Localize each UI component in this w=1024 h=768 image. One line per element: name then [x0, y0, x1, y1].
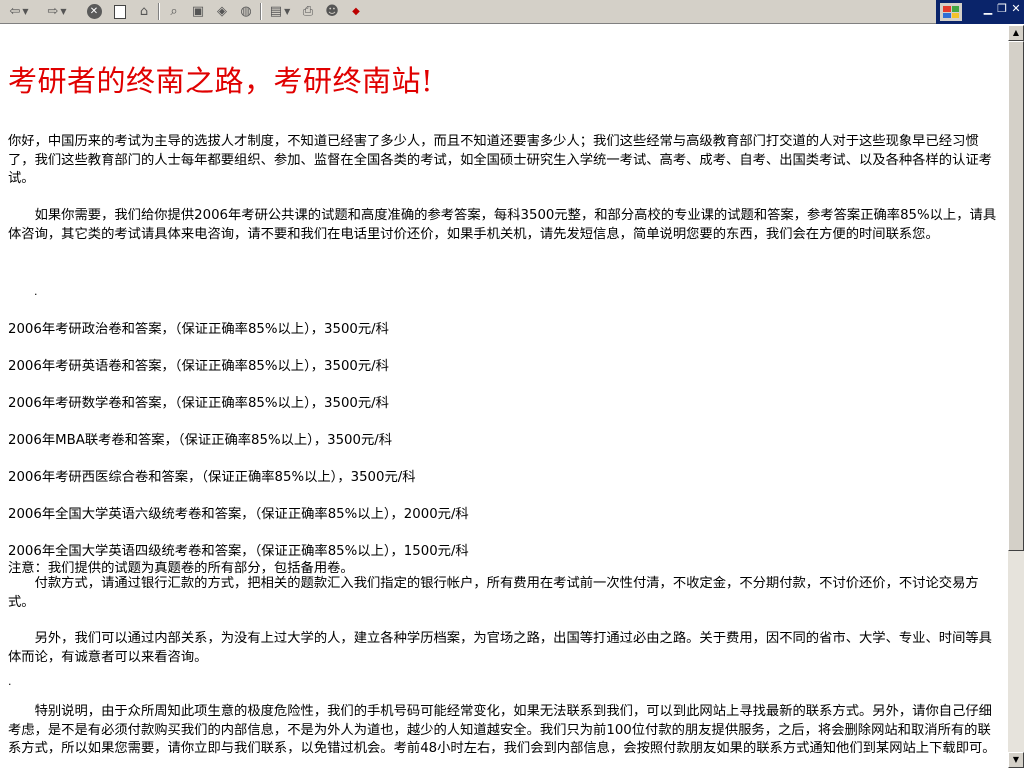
- intro-paragraph: 你好，中国历来的考试为主导的选拔人才制度，不知道已经害了多少人，而且不知道还要害…: [8, 134, 992, 186]
- favorites-icon: ▣: [191, 4, 205, 19]
- product-item: 2006年考研数学卷和答案，（保证正确率85%以上），3500元/科: [8, 396, 389, 411]
- page-title: 考研者的终南之路，考研终南站!: [8, 64, 434, 98]
- product-item: 2006年全国大学英语六级统考卷和答案，（保证正确率85%以上），2000元/科: [8, 507, 469, 522]
- vertical-scrollbar[interactable]: ▲ ▼: [1008, 25, 1024, 768]
- toolbar-separator: [260, 3, 262, 20]
- windows-logo-icon: [940, 3, 962, 21]
- product-item: 2006年考研英语卷和答案，（保证正确率85%以上），3500元/科: [8, 359, 389, 374]
- tencent-button[interactable]: ◆: [346, 2, 366, 21]
- forward-button[interactable]: ⇨ ▼: [42, 2, 72, 21]
- edit-button[interactable]: ▤ ▼: [266, 2, 294, 21]
- payment-paragraph: 付款方式，请通过银行汇款的方式，把相关的题款汇入我们指定的银行帐户，所有费用在考…: [8, 576, 979, 610]
- refresh-button[interactable]: [110, 2, 130, 21]
- dot-marker: .: [34, 285, 38, 298]
- search-button[interactable]: ⌕: [164, 2, 184, 21]
- print-button[interactable]: ⎙: [298, 2, 318, 21]
- other-paragraph: 另外，我们可以通过内部关系，为没有上过大学的人，建立各种学历档案，为官场之路，出…: [8, 631, 992, 665]
- scroll-thumb[interactable]: [1008, 41, 1024, 551]
- refresh-icon: [114, 4, 126, 19]
- back-arrow-icon: ⇦: [9, 4, 21, 19]
- scroll-down-button[interactable]: ▼: [1008, 752, 1024, 768]
- messenger-icon: ☻: [325, 4, 339, 19]
- toolbar-separator: [158, 3, 160, 20]
- search-icon: ⌕: [170, 4, 178, 19]
- close-button[interactable]: ✕: [1008, 2, 1024, 16]
- special-paragraph: 特别说明，由于众所周知此项生意的极度危险性，我们的手机号码可能经常变化，如果无法…: [8, 704, 996, 756]
- dot-marker: .: [8, 675, 12, 688]
- offer-paragraph: 如果你需要，我们给你提供2006年考研公共课的试题和高度准确的参考答案，每科35…: [8, 208, 997, 242]
- messenger-button[interactable]: ☻: [322, 2, 342, 21]
- tencent-icon: ◆: [352, 6, 360, 17]
- home-button[interactable]: ⌂: [134, 2, 154, 21]
- stop-icon: ✕: [86, 4, 102, 19]
- chevron-down-icon: ▼: [60, 7, 67, 16]
- print-icon: ⎙: [302, 4, 314, 19]
- history-button[interactable]: ◈: [212, 2, 232, 21]
- page-content: 考研者的终南之路，考研终南站! 你好，中国历来的考试为主导的选拔人才制度，不知道…: [8, 25, 1000, 768]
- chevron-down-icon: ▼: [284, 7, 291, 16]
- back-button[interactable]: ⇦ ▼: [4, 2, 34, 21]
- mail-icon: ◍: [240, 4, 252, 19]
- product-item: 2006年MBA联考卷和答案，（保证正确率85%以上），3500元/科: [8, 433, 393, 448]
- product-item: 2006年考研政治卷和答案，（保证正确率85%以上），3500元/科: [8, 322, 389, 337]
- note-text: 注意：我们提供的试题为真题卷的所有部分，包括备用卷。: [8, 561, 354, 576]
- edit-icon: ▤: [269, 4, 283, 19]
- chevron-down-icon: ▼: [22, 7, 29, 16]
- scroll-up-button[interactable]: ▲: [1008, 25, 1024, 41]
- mail-button[interactable]: ◍: [236, 2, 256, 21]
- browser-toolbar: ⇦ ▼ ⇨ ▼ ✕ ⌂ ⌕ ▣ ◈ ◍ ▤ ▼ ⎙ ☻ ◆ ▁ ❐ ✕: [0, 0, 1024, 24]
- favorites-button[interactable]: ▣: [188, 2, 208, 21]
- history-icon: ◈: [217, 4, 227, 19]
- forward-arrow-icon: ⇨: [47, 4, 59, 19]
- stop-button[interactable]: ✕: [84, 2, 104, 21]
- window-controls: ▁ ❐ ✕: [936, 0, 1024, 24]
- home-icon: ⌂: [139, 4, 149, 19]
- product-item: 2006年考研西医综合卷和答案，（保证正确率85%以上），3500元/科: [8, 470, 416, 485]
